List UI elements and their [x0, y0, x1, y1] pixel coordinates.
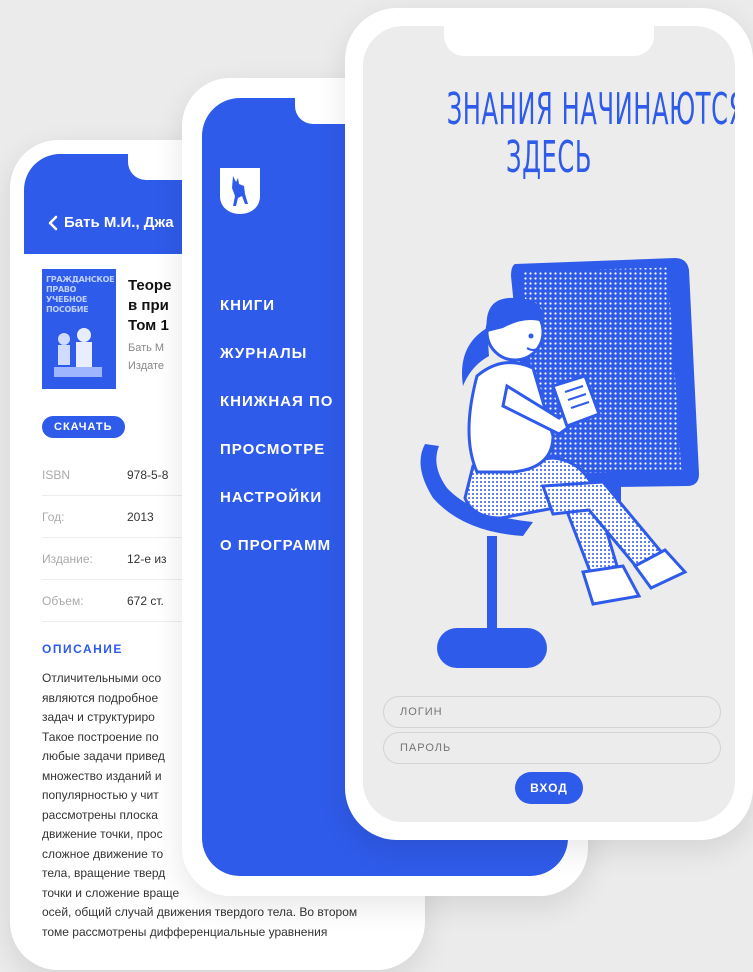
menu-item-about[interactable]: О ПРОГРАММ — [220, 534, 333, 582]
menu-item-viewed[interactable]: ПРОСМОТРЕ — [220, 438, 333, 486]
back-button[interactable]: Бать М.И., Джа — [48, 214, 174, 231]
main-menu: КНИГИ ЖУРНАЛЫ КНИЖНАЯ ПО ПРОСМОТРЕ НАСТР… — [220, 294, 333, 582]
deer-shield-icon — [220, 168, 260, 214]
chevron-left-icon — [48, 215, 58, 230]
download-button[interactable]: СКАЧАТЬ — [42, 416, 125, 438]
cover-title: ГРАЖДАНСКОЕ ПРАВО УЧЕБНОЕ ПОСОБИЕ — [46, 275, 115, 314]
login-screen: ЗНАНИЯ НАЧИНАЮТСЯ ЗДЕСЬ ЛОГИН ПАРОЛЬ ВХО… — [363, 26, 735, 822]
author-line: Бать М — [128, 342, 165, 354]
phone-notch — [444, 26, 654, 56]
publisher-line: Издате — [128, 360, 165, 372]
menu-item-settings[interactable]: НАСТРОЙКИ — [220, 486, 333, 534]
password-input[interactable] — [383, 732, 721, 764]
headline: ЗНАНИЯ НАЧИНАЮТСЯ ЗДЕСЬ — [446, 84, 735, 183]
login-phone: ЗНАНИЯ НАЧИНАЮТСЯ ЗДЕСЬ ЛОГИН ПАРОЛЬ ВХО… — [345, 8, 753, 840]
login-input[interactable] — [383, 696, 721, 728]
login-button[interactable]: ВХОД — [515, 772, 583, 804]
menu-item-journals[interactable]: ЖУРНАЛЫ — [220, 342, 333, 390]
book-title: Теорe в при Том 1 — [128, 277, 172, 334]
menu-item-books[interactable]: КНИГИ — [220, 294, 333, 342]
back-label: Бать М.И., Джа — [64, 214, 174, 231]
description-heading: ОПИСАНИЕ — [42, 642, 123, 656]
reader-illustration — [420, 258, 699, 668]
book-cover[interactable]: ГРАЖДАНСКОЕ ПРАВО УЧЕБНОЕ ПОСОБИЕ — [42, 269, 116, 389]
book-meta: Бать М Издате — [128, 339, 164, 375]
busts-image — [54, 328, 102, 377]
menu-item-bookshelf[interactable]: КНИЖНАЯ ПО — [220, 390, 333, 438]
